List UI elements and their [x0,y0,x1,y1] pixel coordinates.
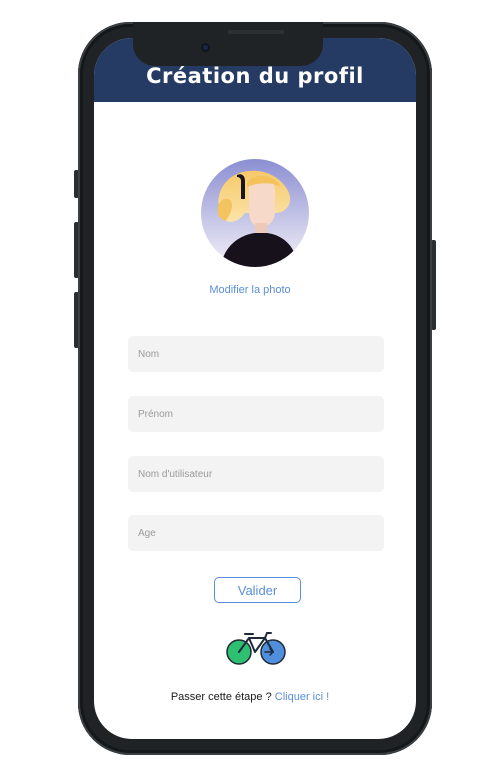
name-field[interactable] [128,336,384,372]
bicycle-icon [226,632,286,665]
skip-prefix: Passer cette étape ? [170,691,275,703]
modify-photo-link[interactable]: Modifier la photo [0,284,500,296]
age-field[interactable] [128,515,384,551]
validate-button[interactable]: Valider [214,577,301,603]
front-camera-icon [201,43,210,52]
page-title: Création du profil [146,64,364,88]
phone-notch [133,22,323,66]
avatar-illustration-icon [201,159,309,267]
stage: Création du profil Modifier la photo Nom… [0,0,500,776]
skip-step-text: Passer cette étape ? Cliquer ici ! [0,691,500,703]
profile-avatar[interactable] [201,159,309,267]
username-field[interactable] [128,456,384,492]
skip-link[interactable]: Cliquer ici ! [275,691,329,703]
earpiece-speaker [228,30,284,34]
first-name-field[interactable] [128,396,384,432]
